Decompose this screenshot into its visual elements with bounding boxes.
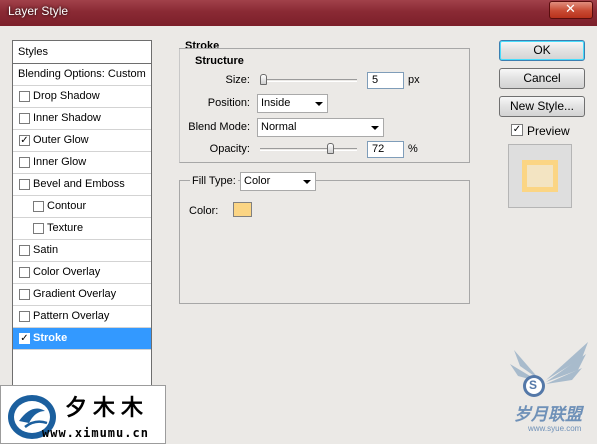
styles-list: Blending Options: Custom Drop Shadow Inner… [12, 64, 152, 393]
style-item-outer-glow[interactable]: ✓ Outer Glow [13, 130, 151, 152]
style-item-gradient-overlay[interactable]: Gradient Overlay [13, 284, 151, 306]
color-label: Color: [189, 205, 219, 217]
style-item-inner-shadow[interactable]: Inner Shadow [13, 108, 151, 130]
window-title: Layer Style [8, 4, 69, 18]
size-label: Size: [225, 74, 250, 86]
style-item-label: Outer Glow [33, 134, 89, 146]
position-label: Position: [207, 97, 250, 109]
position-value: Inside [261, 97, 291, 109]
structure-group-line [179, 48, 470, 49]
style-item-satin[interactable]: Satin [13, 240, 151, 262]
style-item-inner-glow[interactable]: Inner Glow [13, 152, 151, 174]
close-button[interactable]: ✕ [549, 1, 593, 19]
preview-thumbnail [508, 144, 572, 208]
style-item-stroke[interactable]: ✓ Stroke [13, 328, 151, 350]
style-item-label: Contour [47, 200, 87, 212]
style-item-blending-options-custom[interactable]: Blending Options: Custom [13, 64, 151, 86]
chevron-down-icon [371, 126, 379, 130]
style-item-label: Stroke [33, 332, 68, 344]
style-item-checkbox[interactable] [19, 113, 30, 124]
styles-header[interactable]: Styles [12, 40, 152, 64]
style-item-checkbox[interactable]: ✓ [19, 135, 30, 146]
style-item-label: Satin [33, 244, 59, 256]
style-item-drop-shadow[interactable]: Drop Shadow [13, 86, 151, 108]
style-item-checkbox[interactable] [19, 91, 30, 102]
style-item-checkbox[interactable] [33, 223, 44, 234]
preview-swatch [522, 160, 558, 192]
fill-type-select[interactable]: Color [240, 172, 316, 191]
style-item-label: Drop Shadow [33, 90, 100, 102]
opacity-unit: % [408, 143, 418, 155]
preview-label: Preview [527, 124, 570, 138]
style-item-texture[interactable]: Texture [13, 218, 151, 240]
logo-url-text: www.ximumu.cn [42, 426, 149, 440]
size-slider-thumb[interactable] [259, 74, 267, 85]
title-bar: Layer Style ✕ [0, 0, 597, 26]
style-item-checkbox[interactable] [19, 289, 30, 300]
watermark-url: www.syue.com [528, 424, 582, 433]
opacity-input[interactable]: 72 [367, 141, 404, 158]
watermark: S 岁月联盟 www.syue.com [500, 340, 592, 440]
style-item-bevel-and-emboss[interactable]: Bevel and Emboss [13, 174, 151, 196]
style-item-label: Bevel and Emboss [33, 178, 125, 190]
style-item-label: Inner Glow [33, 156, 87, 168]
blend-mode-label: Blend Mode: [188, 121, 250, 133]
check-icon: ✓ [20, 135, 29, 146]
style-item-label: Gradient Overlay [33, 288, 117, 300]
style-item-label: Pattern Overlay [33, 310, 110, 322]
style-item-checkbox[interactable] [19, 157, 30, 168]
fill-type-label: Fill Type: [190, 175, 238, 187]
fill-type-value: Color [244, 175, 271, 187]
blend-mode-select[interactable]: Normal [257, 118, 384, 137]
logo-brand-text: 夕木木 [65, 396, 150, 421]
style-item-checkbox[interactable] [33, 201, 44, 212]
style-item-checkbox[interactable] [19, 311, 30, 322]
opacity-slider-track[interactable] [260, 148, 357, 151]
opacity-value: 72 [372, 143, 385, 155]
site-logo: 夕木木 www.ximumu.cn [0, 385, 166, 444]
style-item-checkbox[interactable] [19, 245, 30, 256]
new-style-button[interactable]: New Style... [499, 96, 585, 117]
style-item-checkbox[interactable] [19, 267, 30, 278]
watermark-letter: S [529, 378, 538, 392]
style-item-color-overlay[interactable]: Color Overlay [13, 262, 151, 284]
opacity-slider-thumb[interactable] [326, 143, 334, 154]
style-item-pattern-overlay[interactable]: Pattern Overlay [13, 306, 151, 328]
color-swatch[interactable] [233, 202, 252, 217]
blend-mode-value: Normal [261, 121, 297, 133]
close-icon: ✕ [565, 1, 576, 16]
styles-header-label: Styles [18, 46, 48, 58]
size-slider-track[interactable] [260, 79, 357, 82]
check-icon: ✓ [20, 333, 29, 344]
style-item-label: Inner Shadow [33, 112, 101, 124]
watermark-text: 岁月联盟 [514, 405, 582, 424]
structure-title: Structure [193, 55, 246, 67]
chevron-down-icon [315, 102, 323, 106]
style-item-label: Texture [47, 222, 84, 234]
opacity-label: Opacity: [209, 143, 250, 155]
size-value: 5 [372, 74, 379, 86]
cancel-button[interactable]: Cancel [499, 68, 585, 89]
check-icon: ✓ [512, 124, 522, 135]
preview-checkbox[interactable]: ✓ [511, 124, 523, 136]
size-input[interactable]: 5 [367, 72, 404, 89]
position-select[interactable]: Inside [257, 94, 328, 113]
style-item-checkbox[interactable] [19, 179, 30, 190]
style-item-checkbox[interactable]: ✓ [19, 333, 30, 344]
style-item-contour[interactable]: Contour [13, 196, 151, 218]
style-item-label: Color Overlay [33, 266, 101, 278]
style-item-label: Blending Options: Custom [18, 68, 146, 80]
fill-type-group [179, 180, 470, 304]
size-unit: px [408, 74, 420, 86]
ok-button[interactable]: OK [499, 40, 585, 61]
chevron-down-icon [303, 180, 311, 184]
